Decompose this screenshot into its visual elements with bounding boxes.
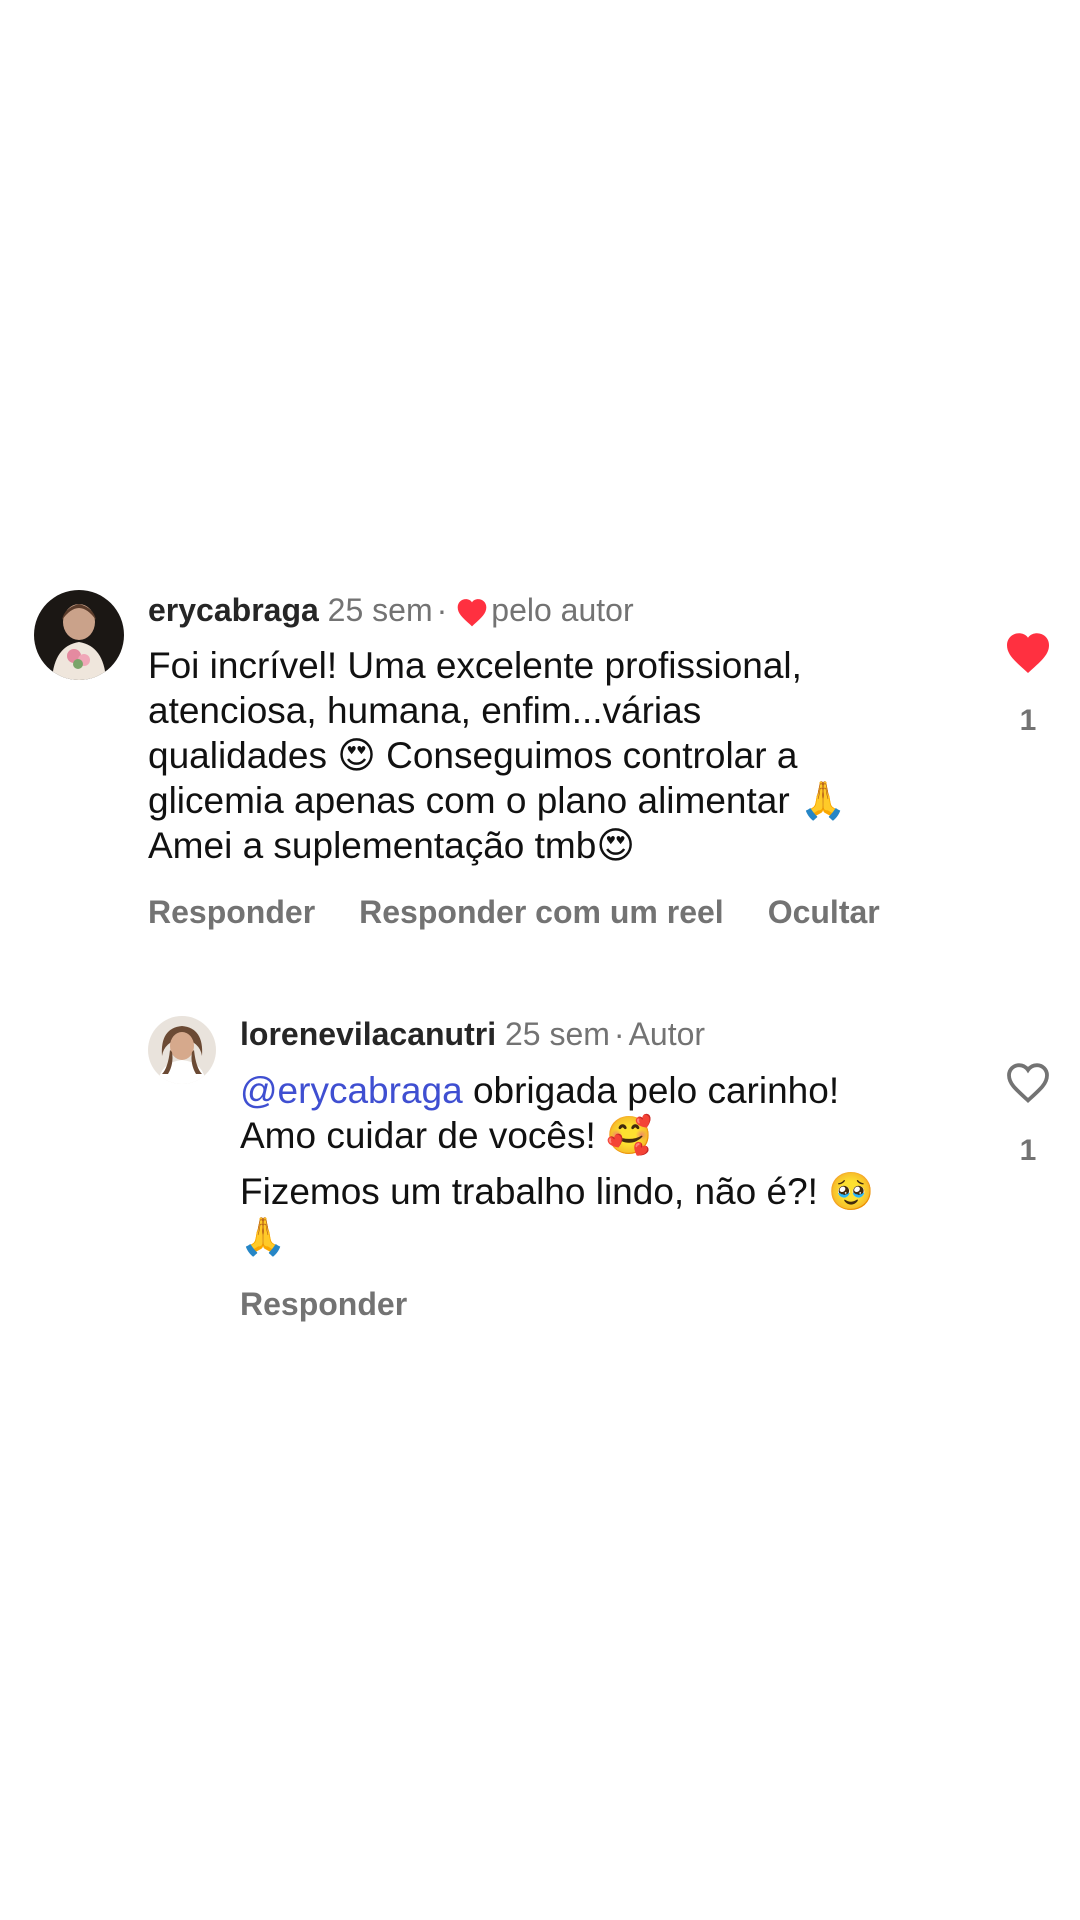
author-label: Autor: [628, 1016, 706, 1052]
reply-line-first: @erycabraga obrigada pelo carinho!: [240, 1068, 874, 1113]
reply-actions: Responder: [240, 1284, 451, 1324]
reply-line: Amo cuidar de vocês! 🥰: [240, 1115, 653, 1156]
reply-text: @erycabraga obrigada pelo carinho! Amo c…: [240, 1068, 874, 1259]
username[interactable]: lorenevilacanutri: [240, 1016, 496, 1052]
like-count: 1: [1019, 1134, 1037, 1167]
reply-lorenevilacanutri: lorenevilacanutri 25 sem · Autor @erycabra…: [0, 0, 1080, 1400]
reply-line: obrigada pelo carinho!: [462, 1070, 840, 1111]
reply-line: 🙏: [240, 1216, 287, 1257]
outline-heart-icon[interactable]: [1004, 1060, 1052, 1104]
reply-meta: lorenevilacanutri 25 sem · Autor: [240, 1014, 705, 1054]
reply-button[interactable]: Responder: [240, 1286, 407, 1322]
separator: ·: [613, 1016, 625, 1052]
mention-link[interactable]: @erycabraga: [240, 1070, 463, 1111]
timestamp: 25 sem: [504, 1016, 610, 1052]
reply-like: 1: [998, 1060, 1058, 1168]
avatar[interactable]: [148, 1016, 216, 1084]
reply-line: Fizemos um trabalho lindo, não é?! 🥹: [240, 1171, 875, 1212]
